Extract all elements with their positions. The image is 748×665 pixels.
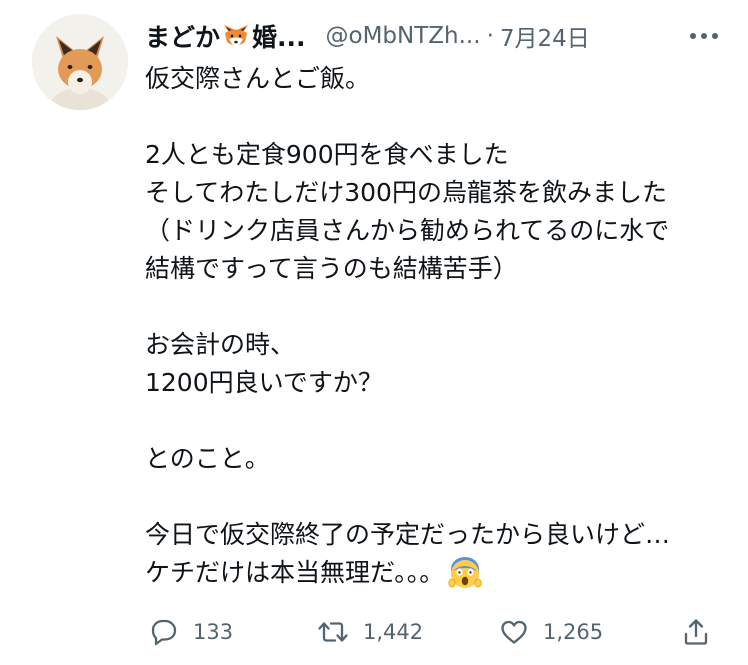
retweet-arrows-icon xyxy=(318,622,348,642)
text-line: とのこと。 xyxy=(145,444,270,473)
display-name[interactable]: まどか 婚... xyxy=(145,18,306,54)
text-line: そしてわたしだけ300円の烏龍茶を飲みました xyxy=(145,178,667,207)
avatar[interactable] xyxy=(32,14,128,110)
reply-count: 133 xyxy=(193,620,234,644)
text-line: 1200円良いですか？ xyxy=(145,368,383,397)
text-line: 今日で仮交際終了の予定だったから良いけど… xyxy=(145,520,671,549)
text-line: 結構ですって言うのも結構苦手） xyxy=(145,254,518,283)
text-line: 2人とも定食900円を食べました xyxy=(145,140,509,169)
tweet-header: まどか 婚... @oMbNTZh... · 7月24日 xyxy=(145,18,728,54)
reply-bubble-icon xyxy=(151,619,177,646)
like-count: 1,265 xyxy=(543,620,604,644)
retweet-count: 1,442 xyxy=(363,620,424,644)
separator-dot: · xyxy=(486,23,494,49)
fox-face-emoji-icon xyxy=(224,25,249,46)
reply-button[interactable]: 133 xyxy=(149,617,233,647)
tweet-text: 仮交際さんとご飯。 2人とも定食900円を食べました そしてわたしだけ300円の… xyxy=(145,60,735,592)
tweet[interactable]: まどか 婚... @oMbNTZh... · 7月24日 仮交際さんとご飯。 2… xyxy=(0,0,748,665)
display-name-suffix: 婚... xyxy=(252,23,306,52)
tweet-actions: 133 1,442 1,265 xyxy=(145,612,725,652)
text-line: お会計の時、 xyxy=(145,330,296,359)
face-screaming-in-fear-emoji-icon xyxy=(448,557,482,588)
user-handle[interactable]: @oMbNTZh... xyxy=(326,23,481,49)
retweet-button[interactable]: 1,442 xyxy=(317,617,423,647)
text-line: （ドリンク店員さんから勧められてるのに水で xyxy=(145,216,670,245)
heart-icon xyxy=(501,620,527,644)
fox-avatar-image xyxy=(32,14,128,110)
share-upload-icon xyxy=(684,619,708,645)
share-button[interactable] xyxy=(681,617,711,647)
text-line: 仮交際さんとご飯。 xyxy=(145,64,371,93)
last-line-text: ケチだけは本当無理だ。。。 xyxy=(145,558,445,587)
like-button[interactable]: 1,265 xyxy=(499,617,603,647)
display-name-prefix: まどか xyxy=(145,23,221,52)
tweet-date[interactable]: 7月24日 xyxy=(500,19,590,53)
more-options-button[interactable] xyxy=(686,20,722,52)
text-line-last: ケチだけは本当無理だ。。。 xyxy=(145,554,735,592)
more-dots-icon xyxy=(690,33,718,39)
